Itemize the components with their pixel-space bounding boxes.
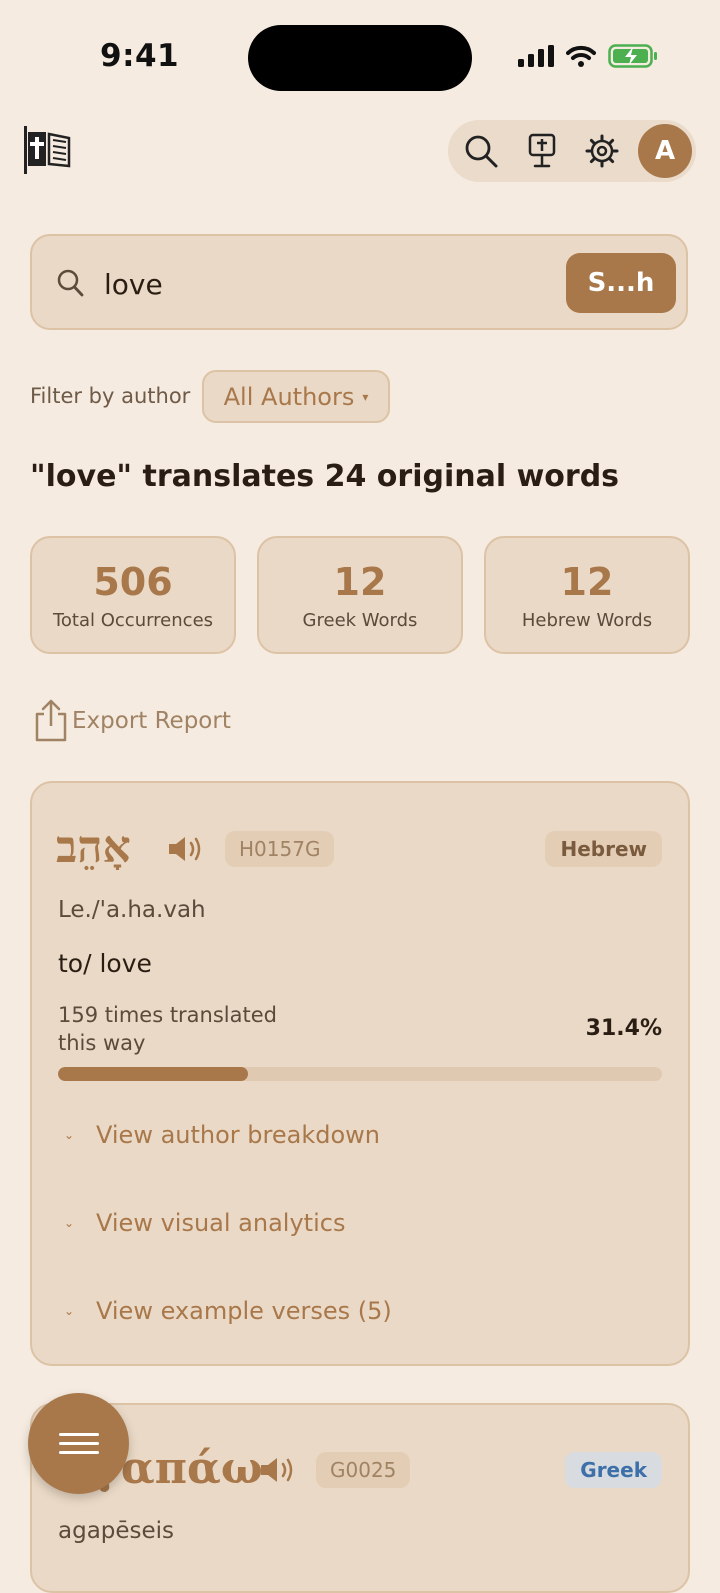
export-report-label: Export Report: [72, 708, 231, 734]
status-time: 9:41: [100, 38, 180, 74]
signal-icon: [518, 45, 554, 67]
hamburger-line: [58, 1442, 99, 1445]
chevron-down-icon: ⌄: [64, 1128, 75, 1142]
hamburger-line: [58, 1433, 99, 1436]
gloss: to/ love: [58, 949, 152, 978]
speaker-icon[interactable]: [258, 1455, 296, 1485]
share-icon: [35, 699, 67, 742]
transliteration: Le./'a.ha.vah: [58, 897, 206, 923]
original-word: אָהֵב: [56, 822, 131, 873]
expander-author-breakdown[interactable]: ⌄ View author breakdown: [64, 1121, 380, 1149]
language-badge: Greek: [565, 1452, 662, 1488]
export-report-button[interactable]: Export Report: [32, 698, 231, 744]
author-filter-value: All Authors: [223, 382, 355, 411]
caret-down-icon: ▾: [362, 389, 369, 404]
chevron-down-icon: ⌄: [64, 1304, 75, 1318]
battery-charging-icon: [608, 44, 657, 68]
stat-label: Total Occurrences: [52, 610, 214, 631]
avatar[interactable]: A: [638, 124, 692, 178]
search-icon[interactable]: [461, 131, 501, 171]
filter-label: Filter by author: [30, 384, 191, 408]
stat-value: 12: [333, 560, 387, 604]
dynamic-island: [248, 25, 472, 91]
expander-visual-analytics[interactable]: ⌄ View visual analytics: [64, 1209, 345, 1237]
menu-fab-button[interactable]: [28, 1393, 129, 1494]
expander-label: View example verses (5): [96, 1297, 392, 1325]
expander-example-verses[interactable]: ⌄ View example verses (5): [64, 1297, 392, 1325]
chevron-down-icon: ⌄: [64, 1216, 75, 1230]
wifi-icon: [566, 45, 596, 67]
search-button[interactable]: S...h: [566, 253, 676, 313]
author-filter-dropdown[interactable]: All Authors ▾: [202, 370, 390, 423]
language-badge: Hebrew: [545, 831, 662, 867]
stat-value: 506: [93, 560, 173, 604]
stat-total-occurrences: 506 Total Occurrences: [30, 536, 236, 654]
stat-hebrew-words: 12 Hebrew Words: [484, 536, 690, 654]
stat-greek-words: 12 Greek Words: [257, 536, 463, 654]
expander-label: View author breakdown: [96, 1121, 381, 1149]
stat-value: 12: [560, 560, 614, 604]
bible-cross-icon: [24, 126, 71, 174]
strongs-code-badge: G0025: [316, 1452, 411, 1488]
lectern-icon[interactable]: [522, 131, 562, 171]
strongs-code-badge: H0157G: [225, 831, 335, 867]
percentage: 31.4%: [585, 1016, 662, 1041]
hamburger-line: [58, 1451, 99, 1454]
stat-label: Hebrew Words: [521, 610, 653, 631]
app-logo[interactable]: [22, 124, 72, 180]
gear-icon[interactable]: [582, 131, 622, 171]
translated-count: 159 times translated this way: [58, 1003, 277, 1055]
transliteration: agapēseis: [58, 1518, 175, 1544]
speaker-icon[interactable]: [166, 834, 204, 864]
percentage-bar-fill: [58, 1067, 248, 1081]
status-icons: [518, 44, 658, 68]
stat-label: Greek Words: [302, 610, 418, 631]
expander-label: View visual analytics: [96, 1209, 346, 1237]
results-heading: "love" translates 24 original words: [30, 459, 620, 494]
percentage-bar: [58, 1067, 662, 1081]
search-field-icon: [56, 268, 84, 302]
search-input[interactable]: [104, 266, 544, 302]
